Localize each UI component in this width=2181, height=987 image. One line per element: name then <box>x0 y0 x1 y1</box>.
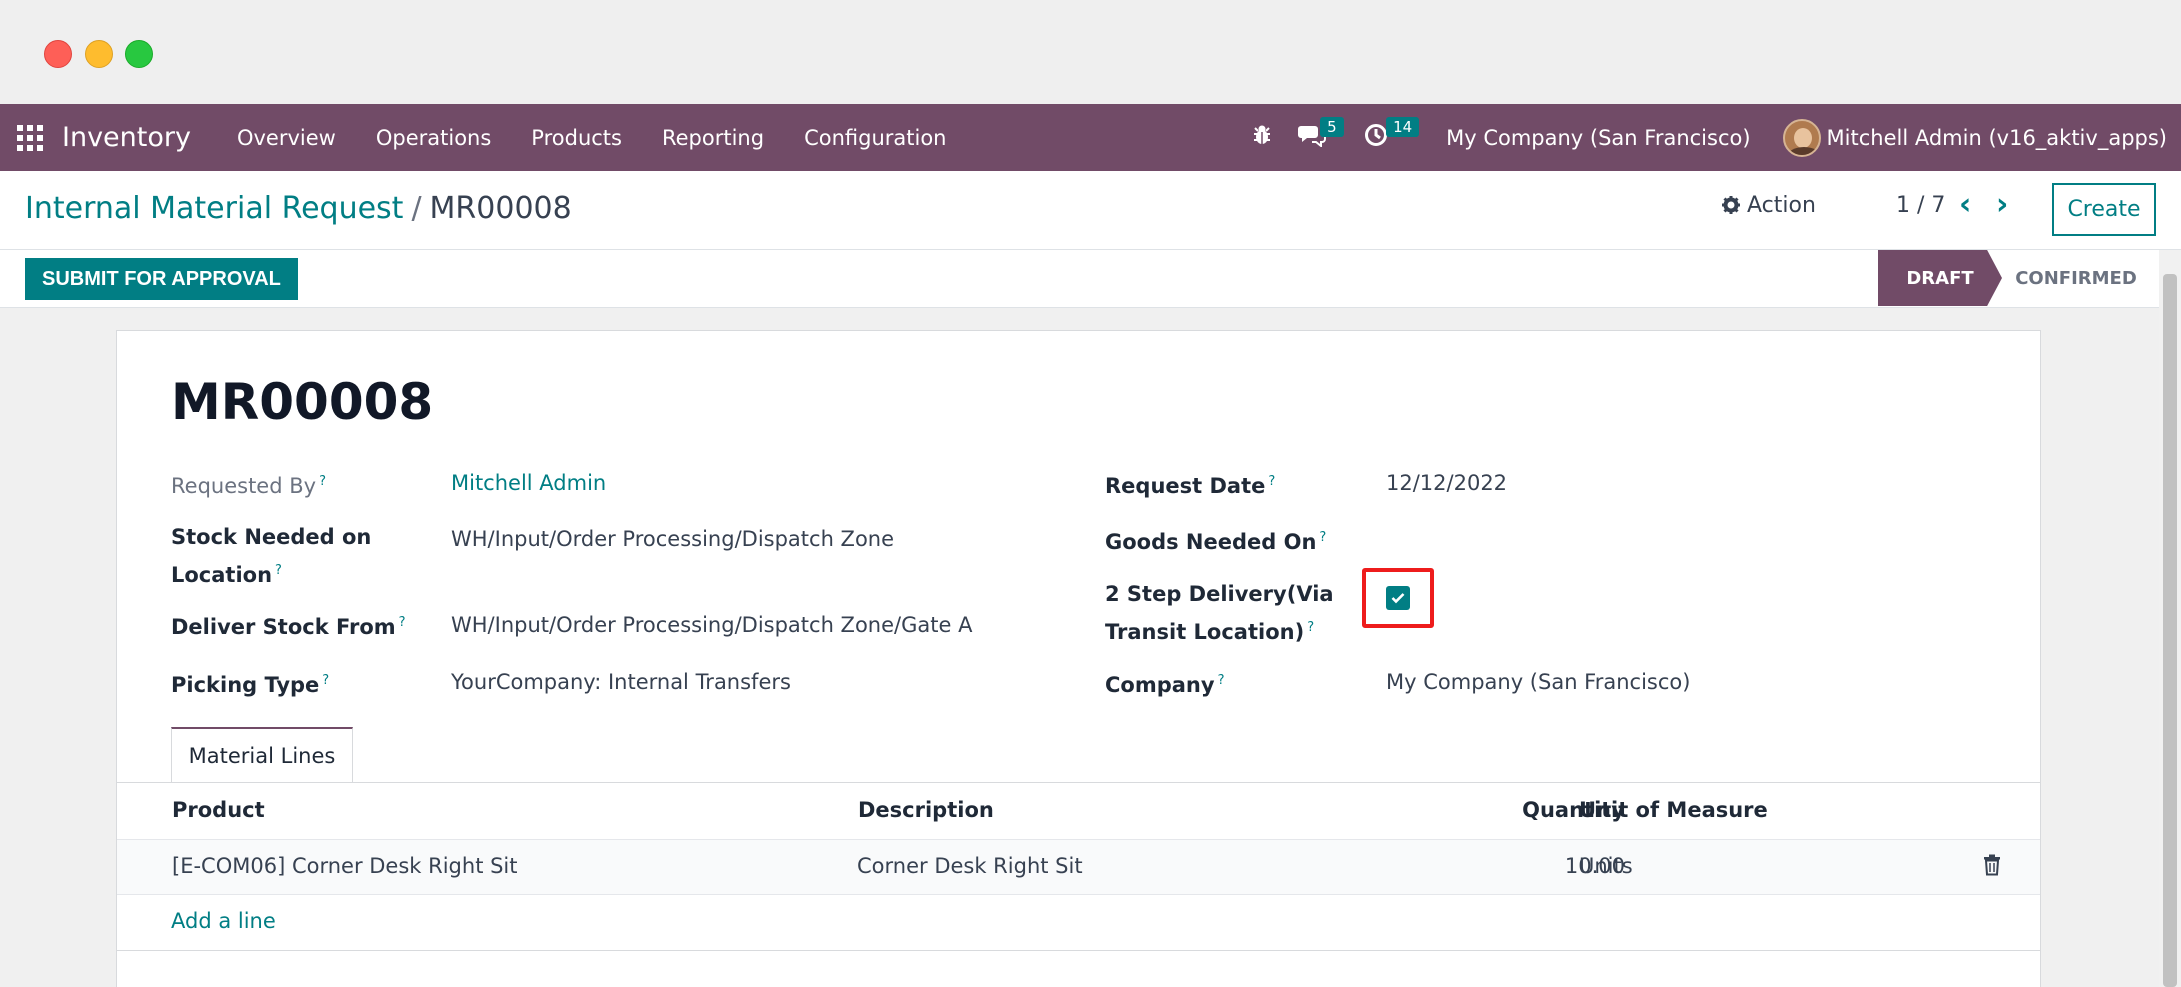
tab-divider <box>117 782 2040 783</box>
help-icon[interactable]: ? <box>275 563 282 578</box>
maximize-window-button[interactable] <box>125 40 153 68</box>
company-switcher[interactable]: My Company (San Francisco) <box>1446 126 1750 150</box>
close-window-button[interactable] <box>44 40 72 68</box>
help-icon[interactable]: ? <box>399 615 406 630</box>
navbar-systray: 5 14 My Company (San Francisco) Mitchell… <box>1232 104 2167 171</box>
activities-clock-icon[interactable]: 14 <box>1364 116 1420 153</box>
top-navbar: Inventory Overview Operations Products R… <box>0 104 2181 171</box>
user-avatar[interactable] <box>1782 118 1821 157</box>
table-bottom-divider <box>117 950 2040 951</box>
trash-icon[interactable] <box>1983 854 2001 876</box>
control-panel: Internal Material Request / MR00008 Action… <box>0 171 2181 250</box>
row-description[interactable]: Corner Desk Right Sit <box>857 854 1083 878</box>
breadcrumb-separator: / <box>411 191 422 226</box>
picking-type-value[interactable]: YourCompany: Internal Transfers <box>451 670 791 694</box>
stock-needed-location-label: Stock Needed on Location? <box>171 525 372 587</box>
action-label: Action <box>1747 193 1816 218</box>
add-a-line-link[interactable]: Add a line <box>171 909 276 933</box>
breadcrumb-parent-link[interactable]: Internal Material Request <box>25 191 403 226</box>
company-value[interactable]: My Company (San Francisco) <box>1386 670 1690 694</box>
highlight-box <box>1362 568 1434 628</box>
requested-by-label: Requested By? <box>171 474 326 498</box>
tab-material-lines[interactable]: Material Lines <box>171 727 353 783</box>
menu-operations[interactable]: Operations <box>356 126 511 150</box>
app-name[interactable]: Inventory <box>62 122 191 153</box>
help-icon[interactable]: ? <box>1307 620 1314 635</box>
pager-next-icon[interactable]: › <box>1996 187 2008 222</box>
help-icon[interactable]: ? <box>1218 673 1225 688</box>
table-row[interactable]: [E-COM06] Corner Desk Right Sit Corner D… <box>117 839 2040 895</box>
picking-type-label: Picking Type? <box>171 673 330 697</box>
pager-previous-icon[interactable]: ‹ <box>1959 187 1971 222</box>
stage-draft[interactable]: DRAFT <box>1878 250 2002 306</box>
help-icon[interactable]: ? <box>322 673 329 688</box>
menu-configuration[interactable]: Configuration <box>784 126 966 150</box>
menu-products[interactable]: Products <box>511 126 642 150</box>
help-icon[interactable]: ? <box>1268 474 1275 489</box>
goods-needed-on-label: Goods Needed On? <box>1105 530 1327 554</box>
action-menu-button[interactable]: Action <box>1722 193 1816 218</box>
pager-value[interactable]: 1 / 7 <box>1896 193 1945 218</box>
company-label: Company? <box>1105 673 1225 697</box>
checkmark-icon <box>1391 588 1405 609</box>
activities-badge: 14 <box>1386 116 1420 137</box>
deliver-stock-from-value[interactable]: WH/Input/Order Processing/Dispatch Zone/… <box>451 613 972 637</box>
menu-overview[interactable]: Overview <box>217 126 356 150</box>
menu-reporting[interactable]: Reporting <box>642 126 784 150</box>
debug-bug-icon[interactable] <box>1252 124 1272 152</box>
breadcrumb: Internal Material Request / MR00008 <box>25 191 572 226</box>
minimize-window-button[interactable] <box>85 40 113 68</box>
submit-for-approval-button[interactable]: SUBMIT FOR APPROVAL <box>25 258 298 300</box>
row-product[interactable]: [E-COM06] Corner Desk Right Sit <box>172 854 518 878</box>
apps-grid-icon[interactable] <box>17 124 43 151</box>
row-unit-of-measure[interactable]: Units <box>1579 854 1633 878</box>
breadcrumb-current: MR00008 <box>429 191 572 226</box>
column-header-description[interactable]: Description <box>858 798 994 822</box>
record-title: MR00008 <box>171 373 434 431</box>
requested-by-value[interactable]: Mitchell Admin <box>451 471 606 495</box>
stage-confirmed[interactable]: CONFIRMED <box>2002 250 2150 306</box>
stock-needed-location-value[interactable]: WH/Input/Order Processing/Dispatch Zone <box>451 527 894 551</box>
user-menu[interactable]: Mitchell Admin (v16_aktiv_apps) <box>1827 126 2167 150</box>
create-button[interactable]: Create <box>2052 183 2156 236</box>
form-sheet: MR00008 Requested By? Mitchell Admin Sto… <box>116 330 2041 987</box>
column-header-product[interactable]: Product <box>172 798 265 822</box>
messages-chat-icon[interactable]: 5 <box>1298 116 1344 153</box>
column-header-unit-of-measure[interactable]: Unit of Measure <box>1579 798 1768 822</box>
help-icon[interactable]: ? <box>1319 530 1326 545</box>
vertical-scrollbar[interactable] <box>2159 250 2181 987</box>
request-date-value[interactable]: 12/12/2022 <box>1386 471 1507 495</box>
two-step-delivery-checkbox[interactable] <box>1386 586 1410 610</box>
messages-badge: 5 <box>1320 116 1344 137</box>
scrollbar-thumb[interactable] <box>2163 274 2177 987</box>
gear-icon <box>1722 193 1747 218</box>
window-titlebar <box>0 0 2181 104</box>
deliver-stock-from-label: Deliver Stock From? <box>171 615 406 639</box>
help-icon[interactable]: ? <box>319 474 326 489</box>
two-step-delivery-label: 2 Step Delivery(Via Transit Location)? <box>1105 582 1334 644</box>
request-date-label: Request Date? <box>1105 474 1276 498</box>
form-statusbar: SUBMIT FOR APPROVAL DRAFT CONFIRMED <box>0 250 2181 308</box>
